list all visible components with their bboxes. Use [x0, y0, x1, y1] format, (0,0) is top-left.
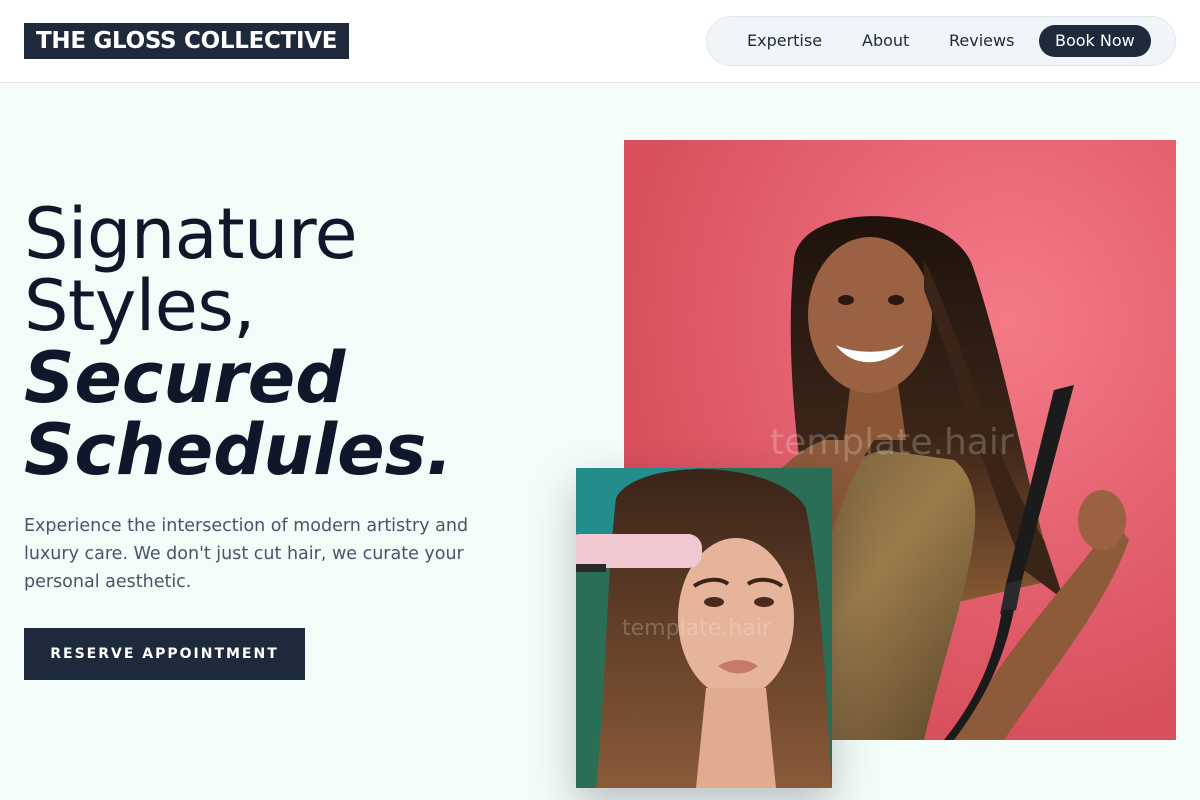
headline-line-1: Signature [24, 193, 358, 275]
photo-watermark-secondary: template.hair [622, 616, 771, 641]
nav-link-reviews[interactable]: Reviews [949, 25, 1014, 57]
nav-link-about[interactable]: About [862, 25, 909, 57]
hero-photo-secondary: template.hair [576, 468, 832, 788]
book-now-button[interactable]: Book Now [1039, 25, 1151, 57]
nav-link-expertise[interactable]: Expertise [747, 25, 822, 57]
headline-line-4: Schedules. [24, 409, 453, 491]
site-header: THE GLOSS COLLECTIVE Expertise About Rev… [0, 0, 1200, 83]
hero-headline: Signature Styles, Secured Schedules. [24, 198, 584, 486]
hero-description: Experience the intersection of modern ar… [24, 516, 469, 592]
photo-watermark: template.hair [770, 422, 1014, 463]
main-nav: Expertise About Reviews Book Now [706, 16, 1176, 66]
headline-line-2: Styles, [24, 265, 256, 347]
brand-logo[interactable]: THE GLOSS COLLECTIVE [24, 23, 350, 59]
headline-line-3: Secured [24, 337, 346, 419]
reserve-appointment-button[interactable]: RESERVE APPOINTMENT [24, 628, 305, 680]
